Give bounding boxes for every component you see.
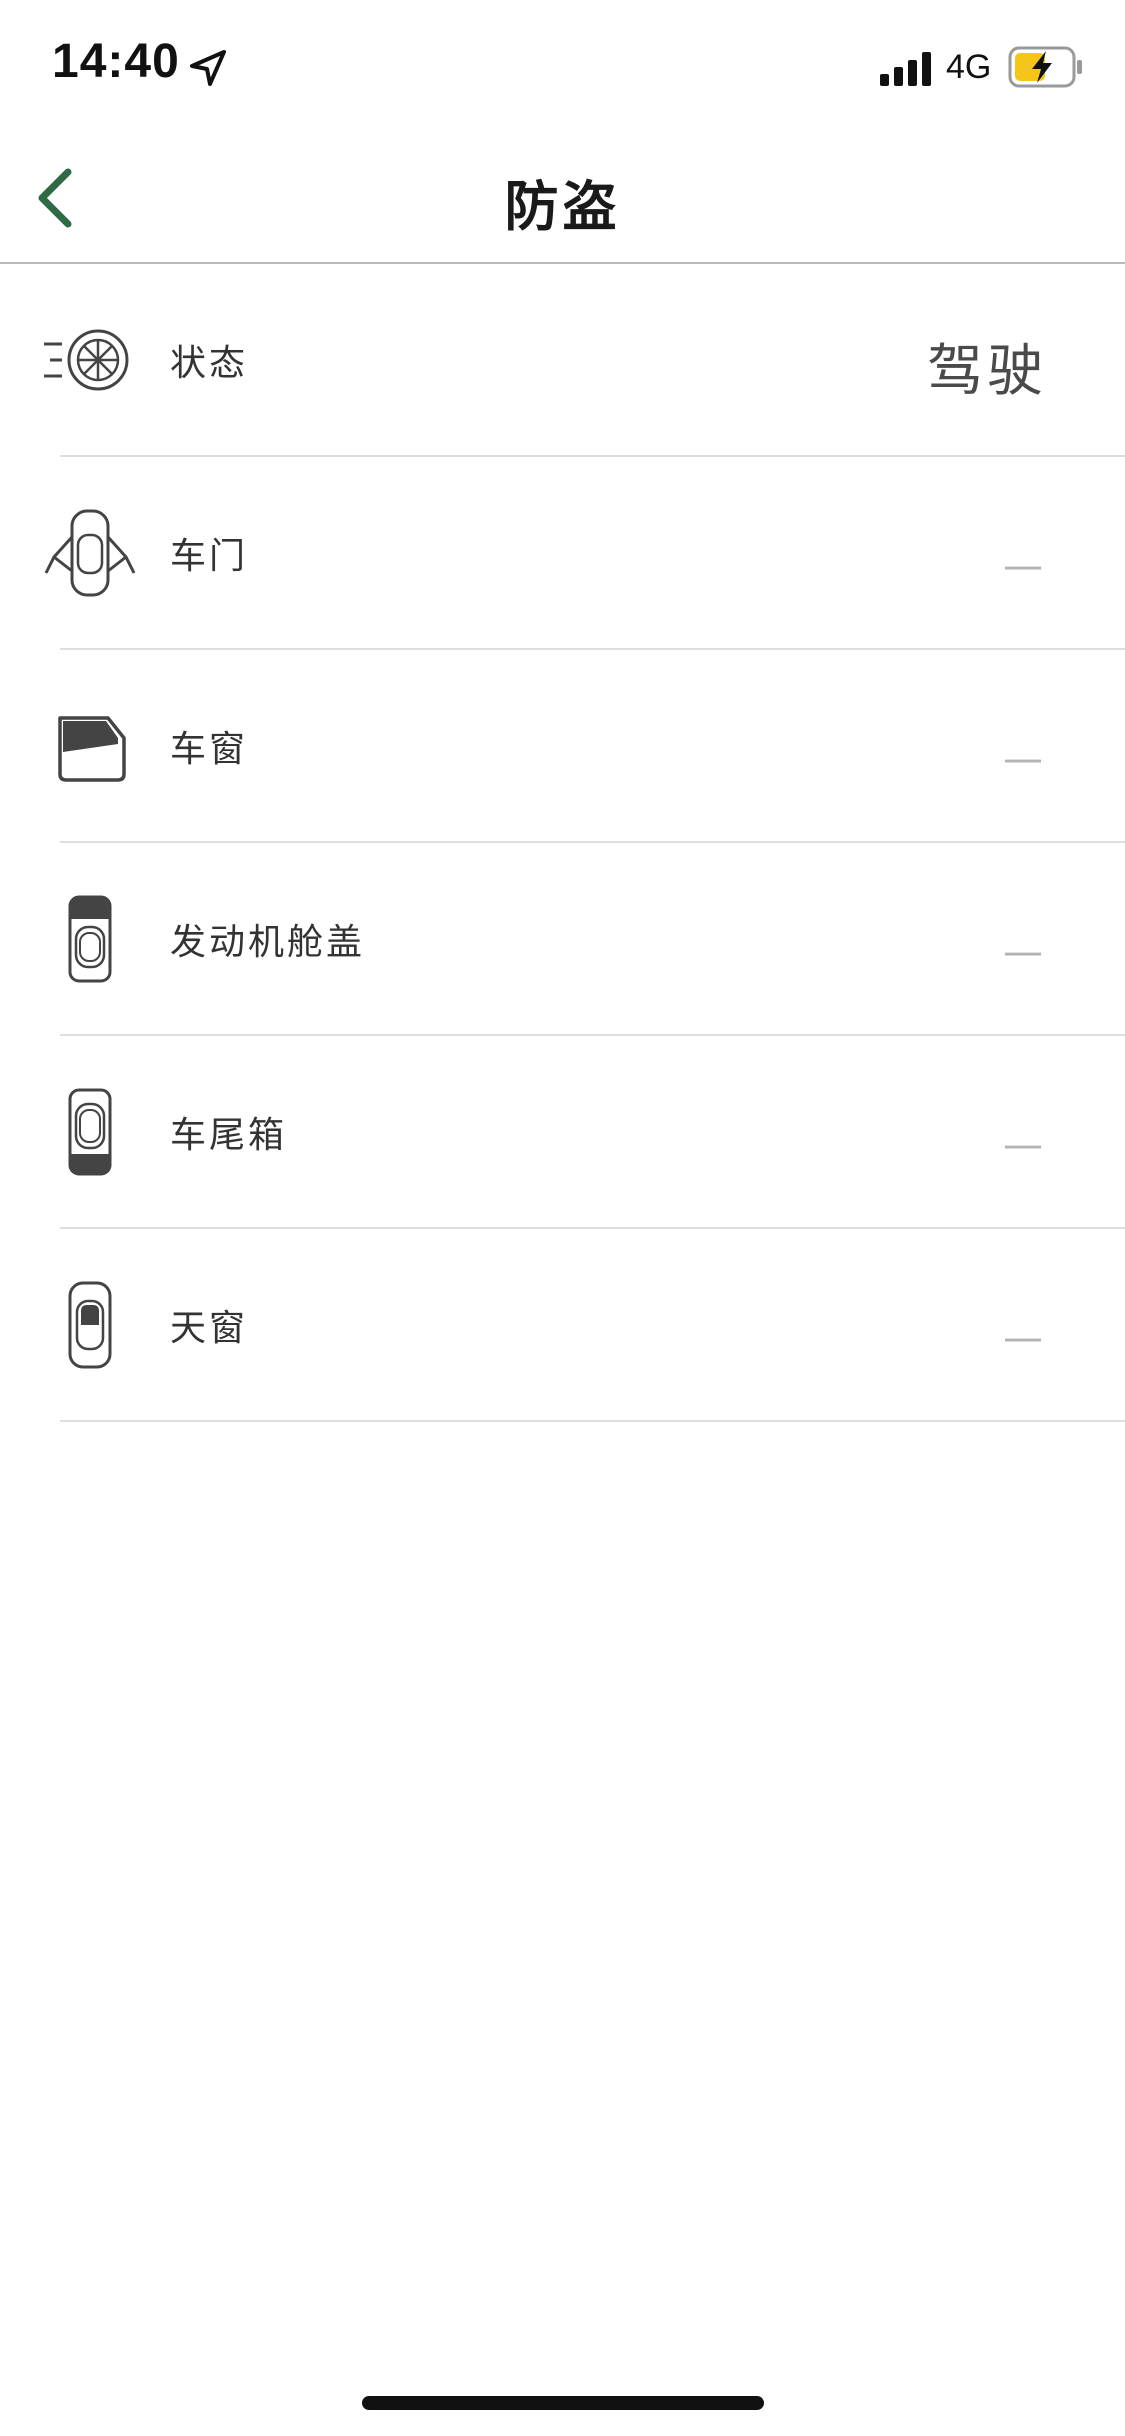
location-arrow-icon [190,50,226,86]
spinning-wheel-icon [44,329,129,391]
list-item-label: 状态 [170,343,249,384]
list-item-windows: 车窗 — [0,650,1125,843]
car-doors-open-icon [44,509,136,597]
windows-value: — [1003,736,1043,782]
status-value: 驾驶 [927,339,1047,404]
status-bar: 14:40 4G [0,0,1125,132]
hood-value: — [1003,929,1043,975]
list-item-label: 车窗 [170,729,249,770]
car-sunroof-icon [68,1281,112,1369]
list-item-hood: 发动机舱盖 — [0,843,1125,1036]
trunk-value: — [1003,1122,1043,1168]
network-type: 4G [946,48,992,86]
signal-bars-icon [880,52,931,86]
list-item-trunk: 车尾箱 — [0,1036,1125,1229]
anti-theft-status-list: 状态 驾驶 车门 — 车窗 — 发动机舱盖 — 车尾箱 — 天窗 — [0,264,1125,1422]
list-item-label: 天窗 [170,1308,249,1349]
list-item-sunroof: 天窗 — [0,1229,1125,1422]
car-window-icon [58,716,126,782]
doors-value: — [1003,543,1043,589]
list-item-status: 状态 驾驶 [0,264,1125,457]
list-item-doors: 车门 — [0,457,1125,650]
status-time: 14:40 [52,35,180,88]
car-hood-icon [68,895,112,983]
list-item-label: 发动机舱盖 [170,922,366,963]
home-indicator[interactable] [362,2396,764,2410]
list-item-label: 车门 [170,536,249,577]
car-trunk-icon [68,1088,112,1176]
battery-charging-icon [1008,46,1082,88]
sunroof-value: — [1003,1315,1043,1361]
navigation-bar: 防盗 [0,132,1125,264]
page-title: 防盗 [504,175,621,238]
list-item-label: 车尾箱 [170,1115,288,1156]
